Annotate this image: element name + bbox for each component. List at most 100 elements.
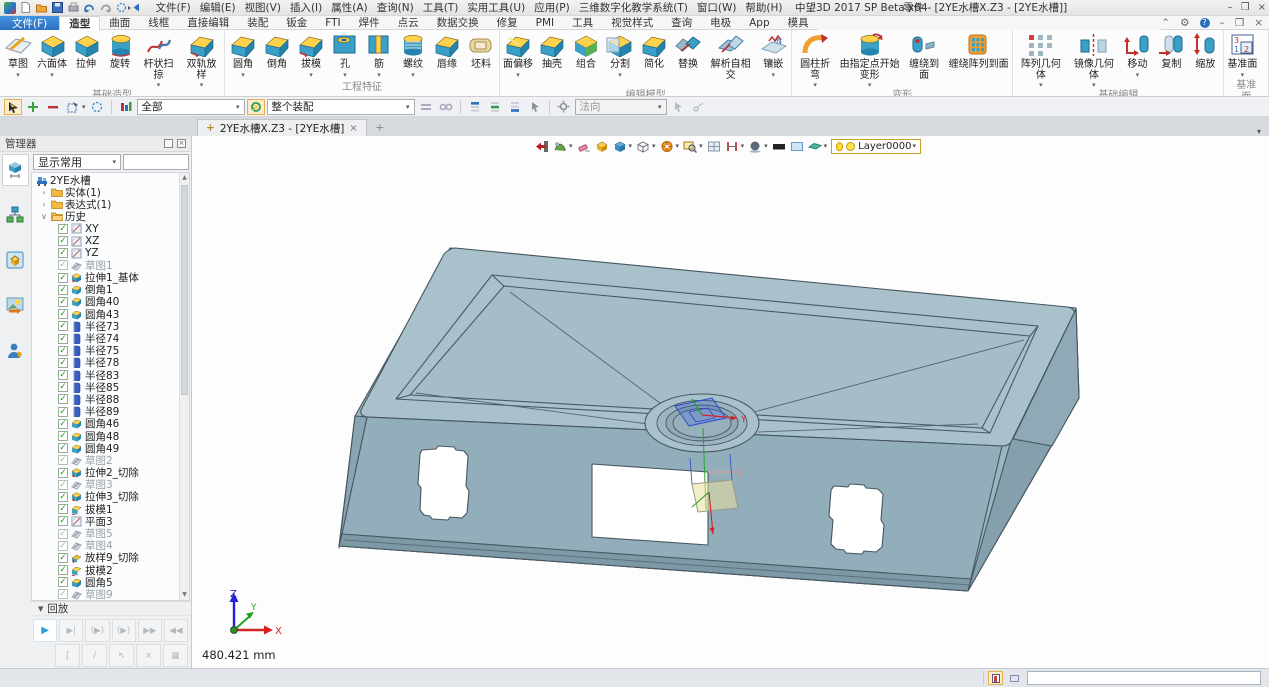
checkbox[interactable]: ✓ — [58, 468, 68, 478]
history-manager-icon[interactable] — [2, 154, 29, 186]
ribbon-tab-造型[interactable]: 造型 — [59, 16, 100, 30]
doc-restore-button[interactable]: ❒ — [1235, 17, 1244, 29]
curve-tool-button[interactable]: ʃ — [55, 644, 80, 667]
pick-tool-button[interactable]: ↖ — [109, 644, 134, 667]
ribbon-button-组合[interactable]: 组合 — [569, 31, 603, 80]
prompt-toggle-icon[interactable] — [988, 671, 1003, 685]
new-file-icon[interactable] — [20, 2, 31, 13]
ribbon-button-六面体[interactable]: 六面体▾ — [35, 31, 69, 80]
checkbox[interactable]: ✓ — [58, 553, 68, 563]
ribbon-button-筋[interactable]: 筋▾ — [362, 31, 396, 80]
dropdown-arrow-icon[interactable]: ▾ — [699, 142, 703, 150]
ribbon-tab-装配[interactable]: 装配 — [238, 16, 277, 30]
menu-item[interactable]: 编辑(E) — [195, 0, 240, 15]
dropdown-arrow-icon[interactable]: ▾ — [1092, 81, 1096, 90]
checkbox[interactable]: ✓ — [58, 321, 68, 331]
pick-point-icon[interactable] — [689, 99, 707, 115]
role-manager-icon[interactable] — [2, 334, 29, 366]
checkbox[interactable]: ✓ — [58, 346, 68, 356]
ribbon-button-拉伸[interactable]: 拉伸 — [69, 31, 103, 80]
dropdown-arrow-icon[interactable]: ▾ — [516, 71, 520, 80]
ribbon-tab-视觉样式[interactable]: 视觉样式 — [602, 16, 662, 30]
ribbon-button-阵列几何体[interactable]: 阵列几何体▾ — [1014, 31, 1067, 90]
settings-gear-icon[interactable]: ⚙ — [1180, 17, 1189, 29]
delete-button[interactable]: × — [136, 644, 161, 667]
list-last-icon[interactable] — [506, 99, 524, 115]
render-mode-icon[interactable] — [660, 140, 674, 153]
tree-filter-combo[interactable]: 显示常用▾ — [33, 154, 121, 170]
dropdown-arrow-icon[interactable]: ▾ — [1136, 71, 1140, 80]
ribbon-button-由指定点开始变形[interactable]: 由指定点开始变形▾ — [837, 31, 902, 90]
ribbon-button-分割[interactable]: 分割▾ — [603, 31, 637, 80]
ribbon-button-复制[interactable]: 复制 — [1154, 31, 1188, 80]
dropdown-arrow-icon[interactable]: ▾ — [629, 142, 633, 150]
dropdown-arrow-icon[interactable]: ▾ — [868, 81, 872, 90]
pair-top-icon[interactable] — [417, 99, 435, 115]
panel-dock-icon[interactable] — [164, 139, 173, 148]
sink-model[interactable]: Y X — [192, 136, 1269, 668]
command-input[interactable] — [1027, 671, 1261, 685]
checkbox[interactable]: ✓ — [58, 334, 68, 344]
layer-combo[interactable]: Layer0000▾ — [831, 139, 921, 154]
ribbon-button-简化[interactable]: 简化 — [637, 31, 671, 80]
document-tab[interactable]: + 2YE水槽X.Z3 - [2YE水槽] × — [197, 119, 367, 136]
split-window-icon[interactable] — [707, 140, 721, 153]
selection-circle-icon[interactable] — [116, 2, 127, 13]
ribbon-button-移动[interactable]: 移动▾ — [1120, 31, 1154, 80]
collapse-ribbon-icon[interactable]: ⌃ — [1161, 17, 1170, 29]
checkbox[interactable]: ✓ — [58, 260, 68, 270]
tree-root[interactable]: 2YE水槽 — [32, 174, 179, 186]
pick-box-icon[interactable] — [64, 99, 82, 115]
menu-item[interactable]: 三维数字化教学系统(T) — [574, 0, 692, 15]
dropdown-arrow-icon[interactable]: ▾ — [411, 71, 415, 80]
image-button[interactable]: ▦ — [163, 644, 188, 667]
dropdown-arrow-icon[interactable]: ▾ — [157, 81, 161, 90]
wireframe-cube-icon[interactable] — [636, 140, 650, 153]
tree-item[interactable]: ✓XY — [32, 223, 179, 235]
checkbox[interactable]: ✓ — [58, 419, 68, 429]
tree-folder[interactable]: ›表达式(1) — [32, 198, 179, 210]
help-icon[interactable]: ? — [1200, 18, 1210, 28]
ribbon-button-替换[interactable]: 替换 — [671, 31, 705, 80]
background-icon[interactable] — [772, 140, 786, 153]
undo-icon[interactable] — [84, 2, 95, 13]
dropdown-arrow-icon[interactable]: ▾ — [569, 142, 573, 150]
scroll-down-icon[interactable]: ▼ — [180, 590, 189, 600]
dropdown-arrow-icon[interactable]: ▾ — [652, 142, 656, 150]
checkbox[interactable]: ✓ — [58, 407, 68, 417]
checkbox[interactable]: ✓ — [58, 516, 68, 526]
ribbon-button-面偏移[interactable]: 面偏移▾ — [501, 31, 535, 80]
gear-icon[interactable] — [555, 99, 573, 115]
print-icon[interactable] — [68, 2, 79, 13]
expander-icon[interactable]: › — [40, 200, 48, 209]
play-button[interactable]: ▶ — [33, 619, 57, 642]
ribbon-tab-曲面[interactable]: 曲面 — [100, 16, 139, 30]
menu-item[interactable]: 视图(V) — [240, 0, 285, 15]
dropdown-arrow-icon[interactable]: ▾ — [741, 142, 745, 150]
menu-item[interactable]: 应用(P) — [530, 0, 575, 15]
ribbon-button-孔[interactable]: 孔▾ — [328, 31, 362, 80]
ribbon-button-镜像几何体[interactable]: 镜像几何体▾ — [1067, 31, 1120, 90]
tree-search-input[interactable] — [123, 154, 189, 170]
tree-scrollbar[interactable]: ▲ ▼ — [179, 173, 189, 600]
checkbox[interactable]: ✓ — [58, 443, 68, 453]
dropdown-arrow-icon[interactable]: ▾ — [1241, 71, 1245, 80]
checkbox[interactable]: ✓ — [58, 285, 68, 295]
dropdown-arrow-icon[interactable]: ▾ — [813, 81, 817, 90]
dropdown-arrow-icon[interactable]: ▾ — [377, 71, 381, 80]
ribbon-tab-点云[interactable]: 点云 — [389, 16, 428, 30]
pick-normal-icon[interactable] — [669, 99, 687, 115]
ribbon-tab-直接编辑[interactable]: 直接编辑 — [178, 16, 238, 30]
assembly-manager-icon[interactable] — [2, 199, 29, 231]
pick-arrow-icon[interactable] — [4, 99, 22, 115]
edit-tool-button[interactable]: / — [82, 644, 107, 667]
checkbox[interactable]: ✓ — [58, 248, 68, 258]
filter-icon[interactable] — [117, 99, 135, 115]
pair-link-icon[interactable] — [437, 99, 455, 115]
ribbon-button-草图[interactable]: 草图▾ — [1, 31, 35, 80]
dropdown-arrow-icon[interactable]: ▾ — [241, 71, 245, 80]
menu-item[interactable]: 工具(T) — [418, 0, 463, 15]
menu-item[interactable]: 实用工具(U) — [463, 0, 530, 15]
ribbon-tab-查询[interactable]: 查询 — [662, 16, 701, 30]
ribbon-button-圆柱折弯[interactable]: 圆柱折弯▾ — [793, 31, 837, 90]
